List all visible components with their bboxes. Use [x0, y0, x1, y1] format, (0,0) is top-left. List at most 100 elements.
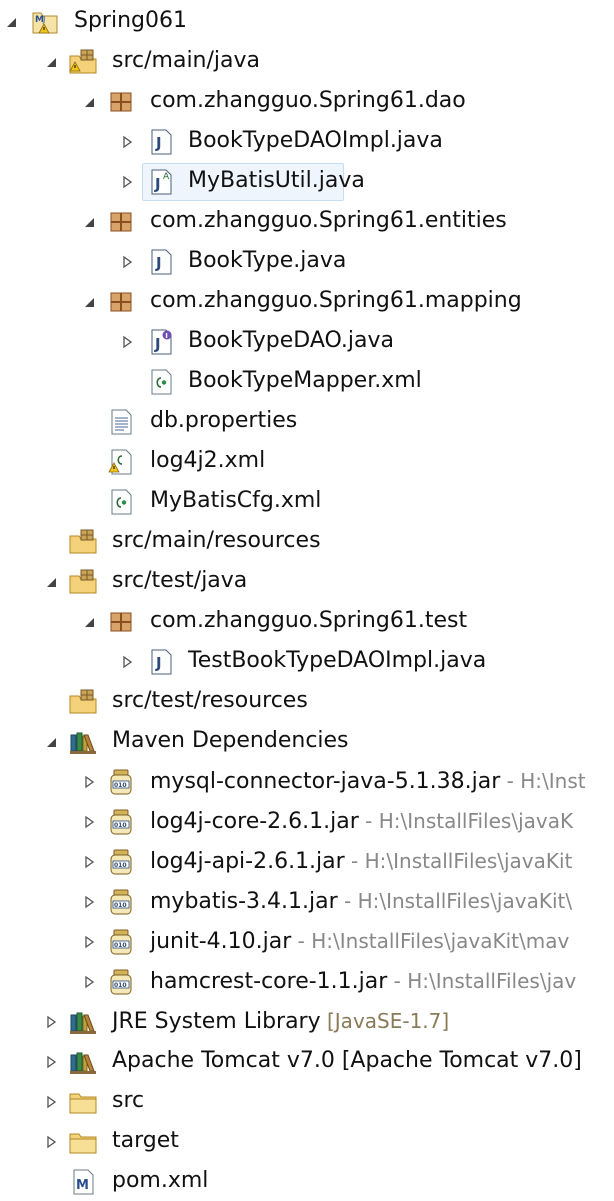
tree-item[interactable]: 010 log4j-core-2.6.1.jar - H:\InstallFile…: [0, 801, 614, 841]
tree-item[interactable]: J I BookTypeDAO.java: [0, 321, 614, 361]
collapse-arrow-icon[interactable]: [44, 54, 58, 68]
expand-arrow-icon[interactable]: [44, 1134, 58, 1149]
tree-item[interactable]: J TestBookTypeDAOImpl.java: [0, 641, 614, 681]
tree-item[interactable]: com.zhangguo.Spring61.test: [0, 601, 614, 641]
expand-arrow-icon[interactable]: [120, 134, 134, 149]
tree-item-label: MyBatisUtil.java: [188, 168, 365, 194]
svg-text:J: J: [155, 654, 162, 672]
expand-arrow-icon[interactable]: [82, 774, 96, 789]
tree-item-name: com.zhangguo.Spring61.entities: [150, 208, 507, 233]
java-class-file-icon: J: [146, 647, 176, 677]
tree-item[interactable]: JRE System Library [JavaSE-1.7]: [0, 1001, 614, 1041]
expand-arrow-icon[interactable]: [44, 1094, 58, 1109]
tree-item[interactable]: J BookTypeDAOImpl.java: [0, 121, 614, 161]
tree-item[interactable]: J A MyBatisUtil.java: [0, 161, 614, 201]
tree-item-name: BookType.java: [188, 248, 347, 273]
expand-arrow-icon[interactable]: [120, 174, 134, 189]
library-icon: [68, 1007, 98, 1037]
tree-item-label: mybatis-3.4.1.jar - H:\InstallFiles\java…: [150, 888, 572, 915]
tree-item[interactable]: db.properties: [0, 401, 614, 441]
tree-item-label: Apache Tomcat v7.0 [Apache Tomcat v7.0]: [112, 1048, 582, 1074]
tree-item-label: src: [112, 1088, 144, 1114]
collapse-arrow-icon[interactable]: [82, 294, 96, 308]
collapse-arrow-icon[interactable]: [44, 734, 58, 748]
tree-item-name: junit-4.10.jar: [150, 929, 292, 954]
package-icon: [106, 87, 136, 117]
collapse-arrow-icon[interactable]: [4, 14, 18, 28]
tree-item-name: src/test/java: [112, 568, 248, 593]
collapse-arrow-icon[interactable]: [82, 94, 96, 108]
tree-item[interactable]: 010 mysql-connector-java-5.1.38.jar - H:\…: [0, 761, 614, 801]
tree-item-location: - H:\InstallFiles\javaK: [358, 809, 574, 833]
tree-item-label: TestBookTypeDAOImpl.java: [188, 648, 486, 674]
tree-item-label: log4j-api-2.6.1.jar - H:\InstallFiles\ja…: [150, 848, 572, 875]
source-folder-icon: [68, 687, 98, 717]
tree-item-decoration: [JavaSE-1.7]: [320, 1009, 450, 1033]
tree-item-label: BookTypeMapper.xml: [188, 368, 422, 394]
tree-item[interactable]: src/test/java: [0, 561, 614, 601]
expand-arrow-icon[interactable]: [120, 654, 134, 669]
tree-item[interactable]: com.zhangguo.Spring61.dao: [0, 81, 614, 121]
expand-arrow-icon[interactable]: [82, 974, 96, 989]
tree-item[interactable]: 010 mybatis-3.4.1.jar - H:\InstallFiles\j…: [0, 881, 614, 921]
tree-item[interactable]: Mpom.xml: [0, 1161, 614, 1201]
xml-file-warning-icon: [106, 447, 136, 477]
tree-item-label: target: [112, 1128, 179, 1154]
expand-arrow-icon[interactable]: [82, 854, 96, 869]
jar-icon: 010: [106, 767, 136, 797]
tree-item[interactable]: 010 hamcrest-core-1.1.jar - H:\InstallFil…: [0, 961, 614, 1001]
expand-arrow-icon[interactable]: [82, 934, 96, 949]
tree-item[interactable]: 010 log4j-api-2.6.1.jar - H:\InstallFiles…: [0, 841, 614, 881]
tree-item[interactable]: MyBatisCfg.xml: [0, 481, 614, 521]
tree-item-name: BookTypeDAOImpl.java: [188, 128, 443, 153]
tree-item[interactable]: Maven Dependencies: [0, 721, 614, 761]
tree-item[interactable]: 010 junit-4.10.jar - H:\InstallFiles\java…: [0, 921, 614, 961]
tree-item-name: BookTypeMapper.xml: [188, 368, 422, 393]
tree-item-name: Maven Dependencies: [112, 728, 349, 753]
maven-project-warning-icon: M J: [30, 7, 60, 37]
tree-item[interactable]: target: [0, 1121, 614, 1161]
tree-item-location: - H:\InstallFiles\javaKit\: [337, 889, 573, 913]
tree-item[interactable]: src/test/resources: [0, 681, 614, 721]
library-icon: [68, 727, 98, 757]
tree-item[interactable]: com.zhangguo.Spring61.mapping: [0, 281, 614, 321]
tree-item-name: src: [112, 1088, 145, 1113]
svg-text:A: A: [163, 172, 170, 182]
expand-arrow-icon[interactable]: [44, 1054, 58, 1069]
tree-item-label: src/test/resources: [112, 688, 308, 714]
tree-item-name: com.zhangguo.Spring61.test: [150, 608, 468, 633]
expand-arrow-icon[interactable]: [82, 814, 96, 829]
tree-item-label: src/main/java: [112, 48, 260, 74]
tree-item[interactable]: src: [0, 1081, 614, 1121]
collapse-arrow-icon[interactable]: [82, 614, 96, 628]
tree-item[interactable]: J BookType.java: [0, 241, 614, 281]
tree-item[interactable]: log4j2.xml: [0, 441, 614, 481]
expand-arrow-icon[interactable]: [120, 334, 134, 349]
tree-item-location: - H:\InstallFiles\javaKit: [344, 849, 573, 873]
tree-item-location: - H:\Inst: [500, 769, 586, 793]
tree-item-label: Spring061: [74, 8, 187, 34]
expand-arrow-icon[interactable]: [120, 254, 134, 269]
tree-item-label: MyBatisCfg.xml: [150, 488, 321, 514]
expand-arrow-icon[interactable]: [44, 1014, 58, 1029]
tree-item[interactable]: src/main/java: [0, 41, 614, 81]
collapse-arrow-icon[interactable]: [82, 214, 96, 228]
tree-item[interactable]: BookTypeMapper.xml: [0, 361, 614, 401]
tree-item-label: src/main/resources: [112, 528, 321, 554]
tree-item-name: MyBatisUtil.java: [188, 168, 365, 193]
tree-item-label: com.zhangguo.Spring61.mapping: [150, 288, 522, 314]
tree-item-name: MyBatisCfg.xml: [150, 488, 322, 513]
tree-item-label: JRE System Library [JavaSE-1.7]: [112, 1008, 449, 1035]
expand-arrow-icon[interactable]: [82, 894, 96, 909]
tree-item[interactable]: M J Spring061: [0, 1, 614, 41]
maven-pom-file-icon: M: [68, 1167, 98, 1197]
collapse-arrow-icon[interactable]: [44, 574, 58, 588]
tree-item-name: src/main/resources: [112, 528, 321, 553]
tree-item[interactable]: Apache Tomcat v7.0 [Apache Tomcat v7.0]: [0, 1041, 614, 1081]
library-icon: [68, 1047, 98, 1077]
tree-item[interactable]: com.zhangguo.Spring61.entities: [0, 201, 614, 241]
tree-item-name: hamcrest-core-1.1.jar: [150, 969, 388, 994]
svg-text:010: 010: [114, 942, 127, 949]
package-icon: [106, 607, 136, 637]
tree-item[interactable]: src/main/resources: [0, 521, 614, 561]
